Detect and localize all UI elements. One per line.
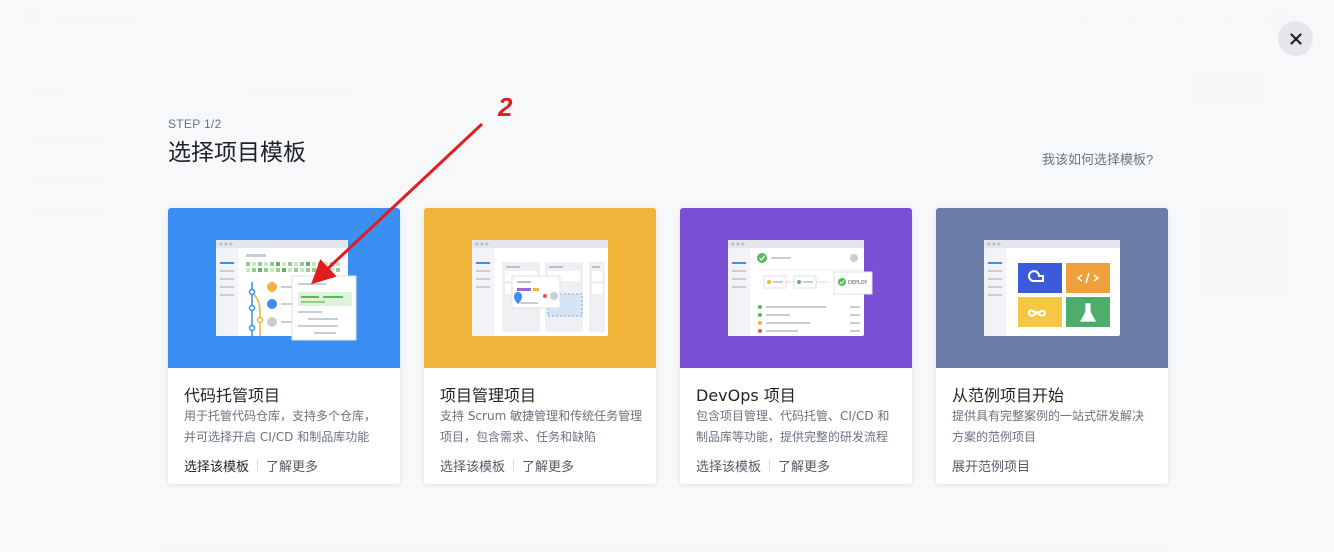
arrow-annotation — [311, 122, 484, 285]
annotation-step-number: 2 — [498, 92, 513, 122]
